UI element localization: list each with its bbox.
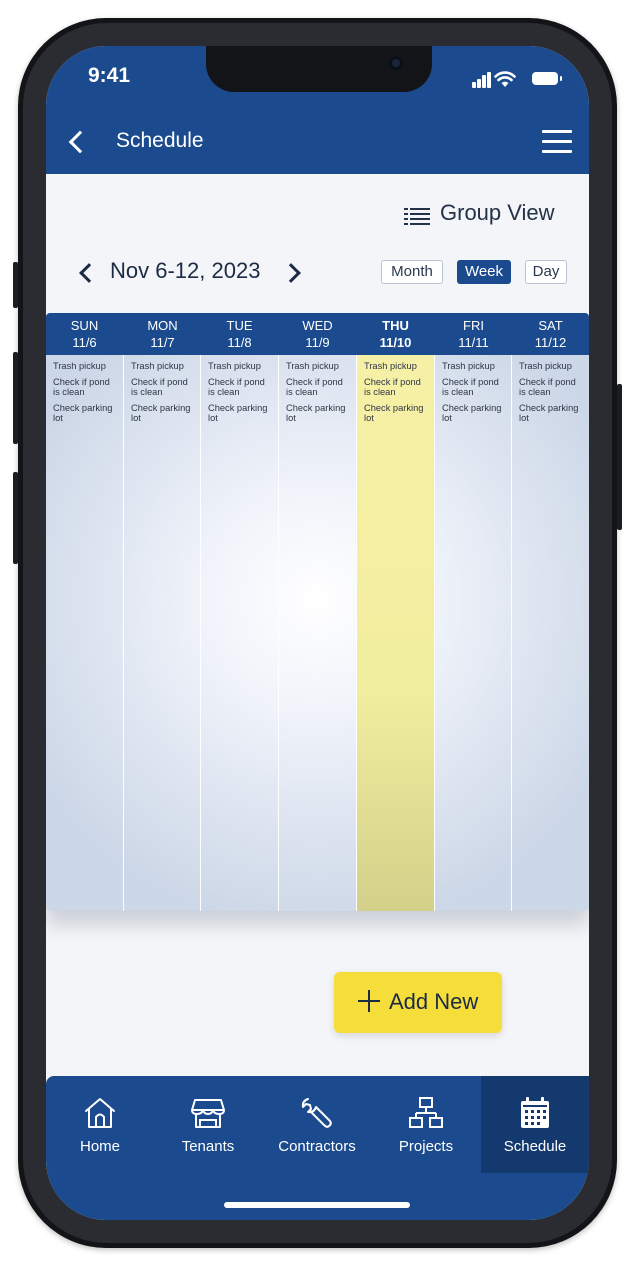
day-column-thu: Trash pickup Check if pond is clean Chec… xyxy=(357,355,434,911)
day-column-mon: Trash pickup Check if pond is clean Chec… xyxy=(124,355,201,911)
chevron-left-icon[interactable] xyxy=(76,260,92,284)
task-item[interactable]: Check parking lot xyxy=(53,403,119,423)
top-app-bar: 9:41 Schedule xyxy=(46,46,589,174)
tab-schedule-label: Schedule xyxy=(503,1138,567,1155)
task-item[interactable]: Check if pond is clean xyxy=(53,377,119,397)
task-item[interactable]: Check parking lot xyxy=(286,403,352,423)
task-item[interactable]: Trash pickup xyxy=(519,361,585,371)
add-new-button[interactable]: Add New xyxy=(334,972,502,1033)
day-column-sat: Trash pickup Check if pond is clean Chec… xyxy=(512,355,589,911)
org-chart-icon xyxy=(409,1097,443,1128)
side-button-volume-down xyxy=(13,472,18,564)
status-time: 9:41 xyxy=(88,64,131,87)
chevron-right-icon[interactable] xyxy=(284,260,300,284)
battery-icon xyxy=(532,72,558,85)
add-new-label: Add New xyxy=(389,989,479,1014)
storefront-icon xyxy=(191,1099,225,1128)
home-icon xyxy=(85,1098,115,1128)
cellular-signal-icon xyxy=(472,70,492,88)
view-day-button[interactable]: Day xyxy=(525,260,567,284)
task-item[interactable]: Check if pond is clean xyxy=(286,377,352,397)
tab-home[interactable]: Home xyxy=(46,1076,154,1173)
day-header-thu[interactable]: THU 11/10 xyxy=(357,313,434,355)
tab-contractors[interactable]: Contractors xyxy=(263,1076,371,1173)
bottom-nav: Home Tenants Contractors Projects Schedu… xyxy=(46,1076,589,1220)
wifi-icon xyxy=(494,71,516,87)
day-column-fri: Trash pickup Check if pond is clean Chec… xyxy=(435,355,512,911)
task-item[interactable]: Check if pond is clean xyxy=(208,377,274,397)
side-button-mute xyxy=(13,262,18,308)
view-week-button[interactable]: Week xyxy=(457,260,511,284)
day-column-tue: Trash pickup Check if pond is clean Chec… xyxy=(201,355,278,911)
back-button[interactable] xyxy=(64,128,90,158)
day-header-fri[interactable]: FRI 11/11 xyxy=(435,313,512,355)
page-title: Schedule xyxy=(116,129,204,152)
status-icons xyxy=(472,70,568,88)
day-column-sun: Trash pickup Check if pond is clean Chec… xyxy=(46,355,123,911)
task-item[interactable]: Check if pond is clean xyxy=(131,377,197,397)
notch xyxy=(206,46,432,92)
plus-icon xyxy=(358,990,380,1012)
tab-contractors-label: Contractors xyxy=(278,1138,356,1155)
task-item[interactable]: Trash pickup xyxy=(53,361,119,371)
group-view-label: Group View xyxy=(440,200,555,225)
task-item[interactable]: Trash pickup xyxy=(208,361,274,371)
tab-projects-label: Projects xyxy=(398,1138,454,1155)
week-range-label: Nov 6-12, 2023 xyxy=(110,258,261,283)
tab-tenants-label: Tenants xyxy=(181,1138,235,1155)
task-item[interactable]: Trash pickup xyxy=(286,361,352,371)
day-column-wed: Trash pickup Check if pond is clean Chec… xyxy=(279,355,356,911)
calendar-icon xyxy=(521,1097,549,1128)
tab-schedule[interactable]: Schedule xyxy=(481,1076,589,1173)
task-item[interactable]: Trash pickup xyxy=(442,361,508,371)
task-item[interactable]: Check parking lot xyxy=(208,403,274,423)
wrench-icon xyxy=(301,1098,332,1128)
task-item[interactable]: Trash pickup xyxy=(131,361,197,371)
hamburger-menu-icon[interactable] xyxy=(542,130,574,154)
task-item[interactable]: Check parking lot xyxy=(519,403,585,423)
front-camera xyxy=(389,56,403,70)
task-item[interactable]: Check if pond is clean xyxy=(364,377,430,397)
screen: 9:41 Schedule Group View Nov 6-12, 2023 … xyxy=(46,46,589,1220)
task-item[interactable]: Check parking lot xyxy=(364,403,430,423)
battery-cap xyxy=(560,76,562,81)
tab-tenants[interactable]: Tenants xyxy=(154,1076,262,1173)
day-header-sun[interactable]: SUN 11/6 xyxy=(46,313,123,355)
tab-home-label: Home xyxy=(79,1138,120,1155)
side-button-volume-up xyxy=(13,352,18,444)
home-indicator xyxy=(224,1202,410,1208)
day-header-mon[interactable]: MON 11/7 xyxy=(124,313,201,355)
day-header-tue[interactable]: TUE 11/8 xyxy=(201,313,278,355)
task-item[interactable]: Check if pond is clean xyxy=(442,377,508,397)
week-calendar: SUN 11/6 MON 11/7 TUE 11/8 WED 11/9 THU … xyxy=(46,313,589,911)
tab-projects[interactable]: Projects xyxy=(372,1076,480,1173)
task-item[interactable]: Check parking lot xyxy=(131,403,197,423)
day-header-sat[interactable]: SAT 11/12 xyxy=(512,313,589,355)
side-button-power xyxy=(617,384,622,530)
task-item[interactable]: Trash pickup xyxy=(364,361,430,371)
day-header-wed[interactable]: WED 11/9 xyxy=(279,313,356,355)
view-month-button[interactable]: Month xyxy=(381,260,443,284)
task-item[interactable]: Check parking lot xyxy=(442,403,508,423)
list-icon xyxy=(404,208,430,225)
task-item[interactable]: Check if pond is clean xyxy=(519,377,585,397)
